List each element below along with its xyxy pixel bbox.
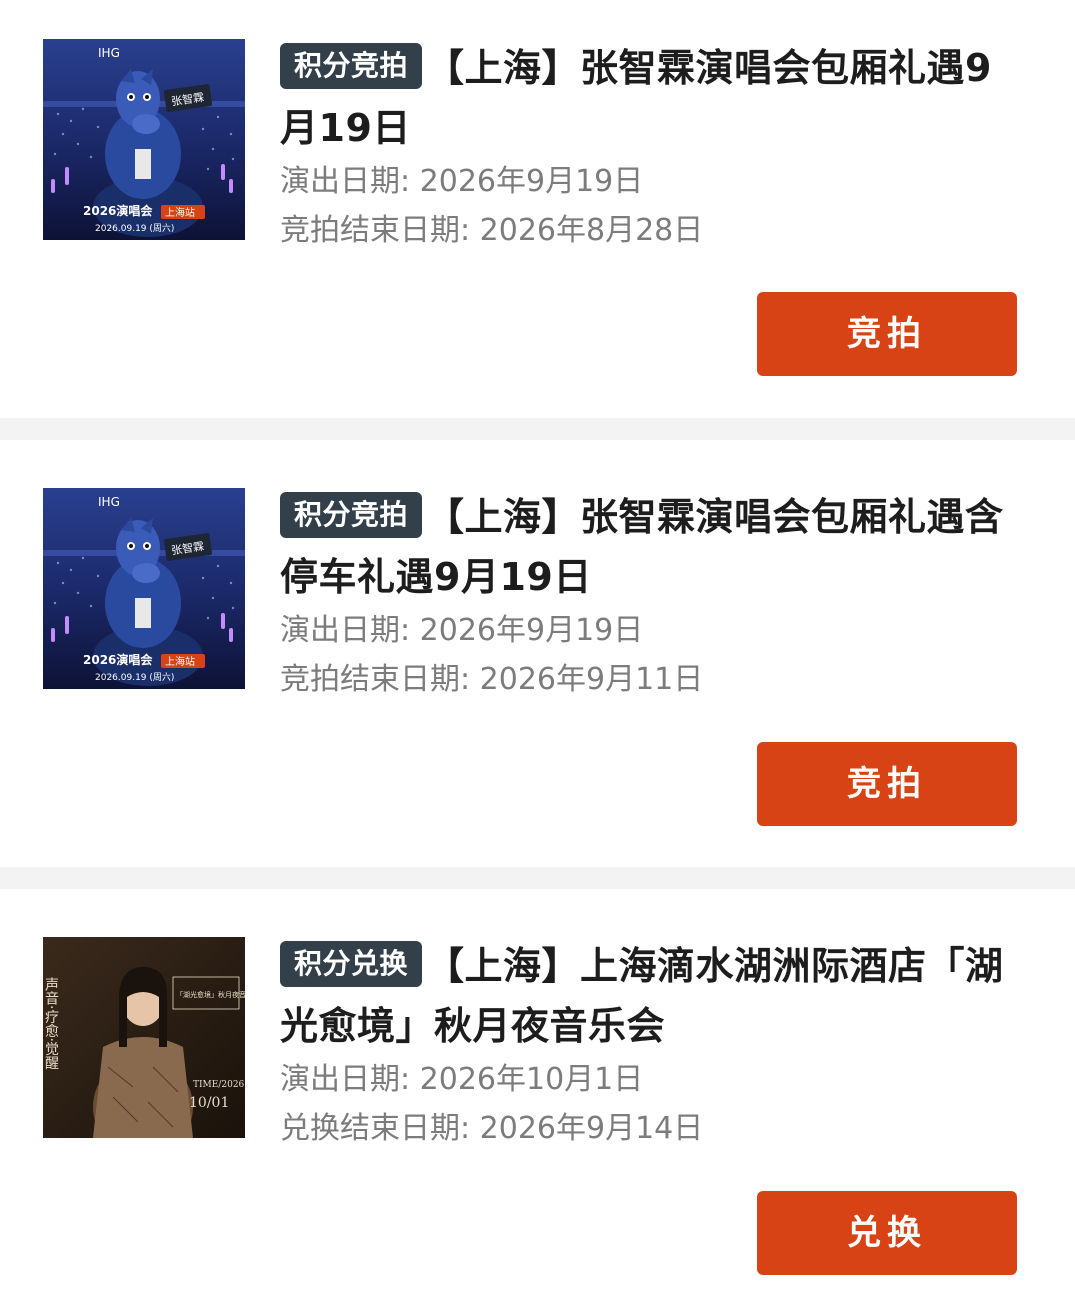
list-item[interactable]: 声音·疗愈·觉醒 「湖光愈境」秋月夜音乐会 TIME/2026 10/01 积分… bbox=[0, 889, 1075, 1290]
poster-box-text: 「湖光愈境」秋月夜音乐会 bbox=[176, 990, 245, 999]
exchange-end-date: 兑换结束日期: 2026年9月14日 bbox=[280, 1111, 704, 1146]
poster-vertical-text: 声音·疗愈·觉醒 bbox=[43, 977, 59, 1070]
show-date: 演出日期: 2026年9月19日 bbox=[280, 613, 644, 648]
auction-end-date: 竞拍结束日期: 2026年8月28日 bbox=[280, 213, 704, 248]
ihg-logo: IHG bbox=[98, 46, 120, 60]
music-event-poster-image[interactable]: 声音·疗愈·觉醒 「湖光愈境」秋月夜音乐会 TIME/2026 10/01 bbox=[43, 937, 245, 1138]
item-title[interactable]: 积分兑换 【上海】上海滴水湖洲际酒店「湖光愈境」秋月夜音乐会 bbox=[280, 936, 1010, 1056]
show-date: 演出日期: 2026年10月1日 bbox=[280, 1062, 644, 1097]
product-list: 张智霖 IHG 2026演唱会 上海站 2026.09.19 (周六) 积分竞拍… bbox=[0, 0, 1075, 1290]
auction-end-date: 竞拍结束日期: 2026年9月11日 bbox=[280, 662, 704, 697]
list-item[interactable]: 张智霖 IHG 2026演唱会 上海站 2026.09.19 (周六) 积分竞拍… bbox=[0, 0, 1075, 418]
item-title[interactable]: 积分竞拍 【上海】张智霖演唱会包厢礼遇9月19日 bbox=[280, 38, 1010, 158]
points-auction-tag: 积分竞拍 bbox=[280, 492, 423, 538]
points-auction-tag: 积分竞拍 bbox=[280, 43, 423, 89]
poster-date-text: 2026.09.19 (周六) bbox=[95, 222, 174, 234]
concert-poster-image[interactable]: 张智霖 IHG 2026演唱会 上海站 2026.09.19 (周六) bbox=[43, 488, 245, 689]
bid-button[interactable]: 竞拍 bbox=[757, 742, 1017, 826]
poster-time-text: TIME/2026 bbox=[193, 1080, 245, 1090]
poster-event-text: 2026演唱会 bbox=[83, 203, 153, 218]
item-title[interactable]: 积分竞拍 【上海】张智霖演唱会包厢礼遇含停车礼遇9月19日 bbox=[280, 487, 1010, 607]
poster-event-text: 2026演唱会 bbox=[83, 652, 153, 667]
divider bbox=[0, 867, 1075, 889]
poster-date-text: 2026.09.19 (周六) bbox=[95, 671, 174, 683]
poster-station-text: 上海站 bbox=[165, 655, 195, 668]
list-item[interactable]: 张智霖 IHG 2026演唱会 上海站 2026.09.19 (周六) 积分竞拍… bbox=[0, 440, 1075, 867]
show-date: 演出日期: 2026年9月19日 bbox=[280, 164, 644, 199]
exchange-button[interactable]: 兑换 bbox=[757, 1191, 1017, 1275]
poster-station-text: 上海站 bbox=[165, 206, 195, 219]
ihg-logo: IHG bbox=[98, 495, 120, 509]
concert-poster-image[interactable]: 张智霖 IHG 2026演唱会 上海站 2026.09.19 (周六) bbox=[43, 39, 245, 240]
poster-date-text: 10/01 bbox=[189, 1095, 229, 1111]
bid-button[interactable]: 竞拍 bbox=[757, 292, 1017, 376]
divider bbox=[0, 418, 1075, 440]
points-exchange-tag: 积分兑换 bbox=[280, 941, 423, 987]
